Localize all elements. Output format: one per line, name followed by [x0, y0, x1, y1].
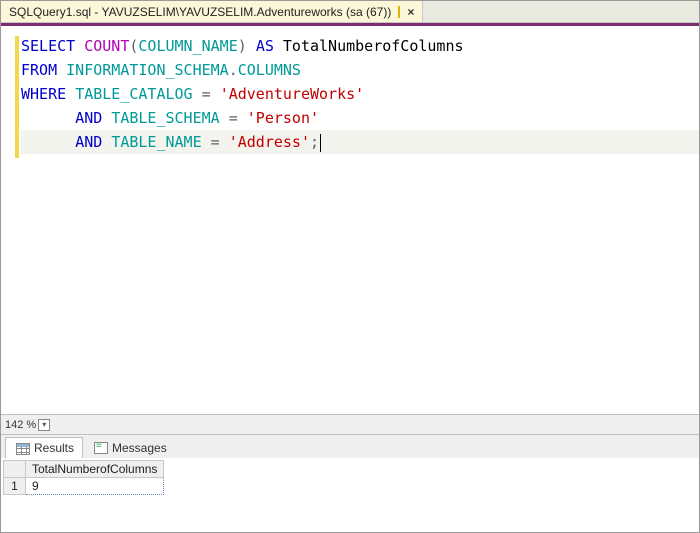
eq3: =	[211, 133, 220, 151]
tab-results-label: Results	[34, 441, 74, 455]
grid-icon	[16, 443, 30, 455]
val-name: 'Address'	[229, 133, 310, 151]
fn-count: COUNT	[84, 37, 129, 55]
col-name: COLUMN_NAME	[138, 37, 237, 55]
editor-gutter	[1, 34, 21, 414]
table-header-row: TotalNumberofColumns	[4, 461, 164, 478]
tab-modified-indicator	[398, 6, 400, 18]
alias: TotalNumberofColumns	[283, 37, 464, 55]
zoom-value[interactable]: 142 %	[5, 419, 36, 431]
header-col1[interactable]: TotalNumberofColumns	[26, 461, 164, 478]
current-line: AND TABLE_NAME = 'Address';	[21, 130, 699, 154]
tab-messages-label: Messages	[112, 441, 167, 455]
table-name: TABLE_NAME	[111, 133, 201, 151]
tab-results[interactable]: Results	[5, 437, 83, 458]
tabstrip-empty	[423, 1, 699, 22]
document-tabstrip: SQLQuery1.sql - YAVUZSELIM\YAVUZSELIM.Ad…	[1, 1, 699, 23]
close-icon[interactable]: ×	[407, 5, 414, 19]
cell-value[interactable]: 9	[26, 478, 164, 495]
view: COLUMNS	[238, 61, 301, 79]
messages-icon	[94, 442, 108, 454]
results-pane: TotalNumberofColumns 1 9	[1, 458, 699, 532]
results-tabstrip: Results Messages	[1, 434, 699, 458]
kw-select: SELECT	[21, 37, 75, 55]
kw-from: FROM	[21, 61, 57, 79]
modification-bar	[15, 36, 19, 158]
eq1: =	[202, 85, 211, 103]
schema: INFORMATION_SCHEMA	[66, 61, 229, 79]
results-grid[interactable]: TotalNumberofColumns 1 9	[3, 460, 164, 495]
editor-region: SELECT COUNT(COLUMN_NAME) AS TotalNumber…	[1, 26, 699, 532]
semicolon: ;	[310, 133, 319, 151]
zoom-dropdown-icon[interactable]: ▾	[38, 419, 50, 431]
eq2: =	[229, 109, 238, 127]
val-schema: 'Person'	[247, 109, 319, 127]
val-catalog: 'AdventureWorks'	[220, 85, 365, 103]
table-row[interactable]: 1 9	[4, 478, 164, 495]
kw-as: AS	[256, 37, 274, 55]
ssms-window: SQLQuery1.sql - YAVUZSELIM\YAVUZSELIM.Ad…	[0, 0, 700, 533]
zoom-bar: 142 % ▾	[1, 414, 699, 434]
sql-editor[interactable]: SELECT COUNT(COLUMN_NAME) AS TotalNumber…	[1, 26, 699, 414]
kw-and-2: AND	[75, 133, 102, 151]
text-cursor	[320, 134, 321, 152]
header-rownum[interactable]	[4, 461, 26, 478]
kw-and-1: AND	[75, 109, 102, 127]
table-schema: TABLE_SCHEMA	[111, 109, 219, 127]
table-catalog: TABLE_CATALOG	[75, 85, 192, 103]
kw-where: WHERE	[21, 85, 66, 103]
tab-messages[interactable]: Messages	[85, 437, 176, 458]
dot: .	[229, 61, 238, 79]
row-number[interactable]: 1	[4, 478, 26, 495]
tab-label: SQLQuery1.sql - YAVUZSELIM\YAVUZSELIM.Ad…	[9, 5, 391, 19]
paren-close: )	[238, 37, 247, 55]
document-tab-active[interactable]: SQLQuery1.sql - YAVUZSELIM\YAVUZSELIM.Ad…	[1, 1, 423, 22]
sql-code[interactable]: SELECT COUNT(COLUMN_NAME) AS TotalNumber…	[21, 34, 699, 414]
